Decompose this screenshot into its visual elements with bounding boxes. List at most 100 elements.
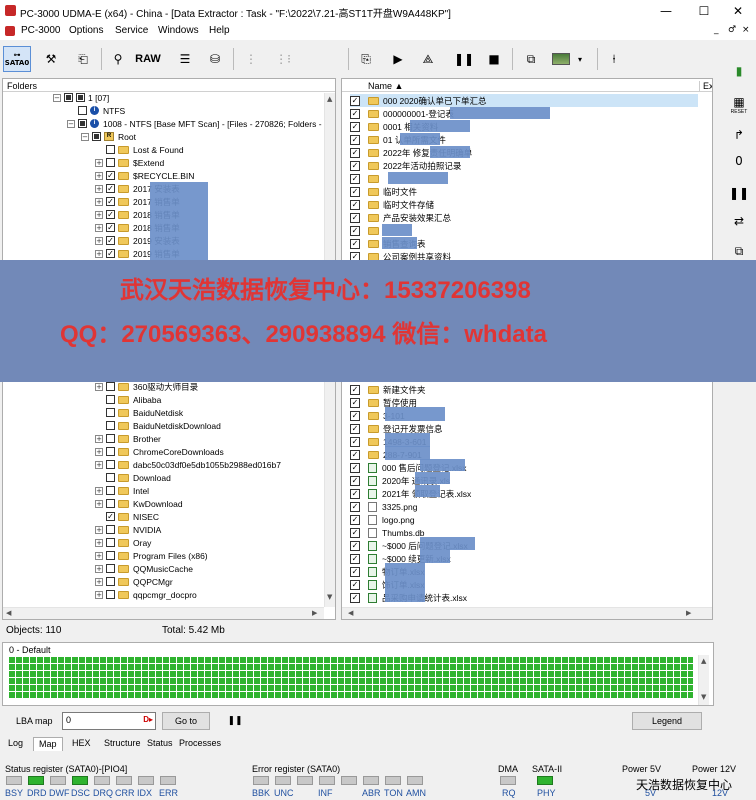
folder-tree-row[interactable]: + Intel: [95, 484, 149, 497]
folder-tree-row[interactable]: − 1 [07]: [53, 91, 109, 104]
stop-button[interactable]: ■: [484, 46, 504, 72]
file-list-row[interactable]: ✓ 临时文件存储: [350, 198, 698, 211]
expand-icon[interactable]: +: [95, 551, 103, 560]
expand-icon[interactable]: +: [95, 236, 103, 245]
folder-tree-row[interactable]: + ChromeCoreDownloads: [95, 445, 224, 458]
folders-hscrollbar[interactable]: ◀ ▶: [3, 607, 324, 619]
select-checkbox[interactable]: ✓: [350, 186, 360, 197]
collapse-icon[interactable]: −: [53, 93, 61, 102]
tab-structure[interactable]: Structure: [99, 737, 146, 751]
collapse-icon[interactable]: −: [67, 119, 75, 128]
select-checkbox[interactable]: ✓: [350, 173, 360, 184]
select-checkbox[interactable]: [106, 382, 115, 391]
select-checkbox[interactable]: ✓: [350, 449, 360, 460]
expand-icon[interactable]: +: [95, 434, 103, 443]
folder-tree-row[interactable]: BaiduNetdisk: [95, 406, 183, 419]
pause-button[interactable]: ❚❚: [454, 46, 474, 72]
scroll-right-icon[interactable]: ▶: [686, 609, 691, 617]
legend-button[interactable]: Legend: [632, 712, 702, 730]
close-button[interactable]: ✕: [720, 2, 756, 20]
scroll-down-icon[interactable]: ▼: [701, 693, 706, 701]
folder-tree-row[interactable]: + qqpcmgr_docpro: [95, 588, 197, 601]
collapse-icon[interactable]: −: [81, 132, 89, 141]
expand-icon[interactable]: +: [95, 564, 103, 573]
expand-icon[interactable]: +: [95, 577, 103, 586]
folder-tree-row[interactable]: + Program Files (x86): [95, 549, 208, 562]
select-checkbox[interactable]: ✓: [350, 121, 360, 132]
menu-service[interactable]: Service: [115, 25, 148, 36]
tab-log[interactable]: Log: [3, 737, 28, 751]
goto-button[interactable]: Go to: [162, 712, 210, 730]
tab-status[interactable]: Status: [142, 737, 178, 751]
select-checkbox[interactable]: ✓: [350, 462, 360, 473]
expand-icon[interactable]: +: [95, 171, 103, 180]
file-list-row[interactable]: ✓ 2022年 修复责任明确单: [350, 146, 698, 159]
select-checkbox[interactable]: [106, 447, 115, 456]
select-checkbox[interactable]: [106, 577, 115, 586]
stack-button[interactable]: ☰: [172, 46, 198, 72]
folder-tree-row[interactable]: + KwDownload: [95, 497, 183, 510]
folder-tree-row[interactable]: + NVIDIA: [95, 523, 161, 536]
tools-button[interactable]: ⚒: [38, 46, 64, 72]
select-checkbox[interactable]: ✓: [350, 225, 360, 236]
app-menu-icon[interactable]: [5, 26, 15, 36]
scroll-button[interactable]: ⎗: [70, 46, 96, 72]
right-pause-button[interactable]: ❚❚: [726, 182, 752, 204]
file-list-row[interactable]: ✓0001 相关资料: [350, 120, 698, 133]
select-checkbox[interactable]: ✓: [350, 95, 360, 106]
file-list-row[interactable]: ✓ 临时文件: [350, 185, 698, 198]
select-checkbox[interactable]: ✓: [350, 212, 360, 223]
file-list-row[interactable]: ✓~$000 后问题登记.xlsx: [350, 539, 698, 552]
lba-input[interactable]: 0 D▸: [62, 712, 156, 730]
lba-mode-icon[interactable]: D▸: [143, 715, 153, 724]
select-checkbox[interactable]: [106, 421, 115, 430]
select-checkbox[interactable]: [106, 158, 115, 167]
expand-icon[interactable]: +: [95, 460, 103, 469]
select-checkbox[interactable]: ✓: [350, 238, 360, 249]
windows-button[interactable]: ⧉: [518, 46, 544, 72]
select-checkbox[interactable]: [78, 119, 87, 128]
file-list-row[interactable]: ✓ Thumbs.db: [350, 526, 698, 539]
select-checkbox[interactable]: ✓: [350, 384, 360, 395]
scroll-up-icon[interactable]: ▲: [701, 657, 706, 665]
select-checkbox[interactable]: [106, 525, 115, 534]
expand-icon[interactable]: +: [95, 382, 103, 391]
select-checkbox[interactable]: [106, 145, 115, 154]
scroll-right-icon[interactable]: ▶: [312, 609, 317, 617]
scroll-up-icon[interactable]: ▲: [327, 95, 332, 103]
select-checkbox[interactable]: ✓: [106, 210, 115, 219]
select-checkbox[interactable]: [106, 434, 115, 443]
select-checkbox[interactable]: ✓: [106, 184, 115, 193]
select-checkbox[interactable]: ✓: [106, 223, 115, 232]
menu-windows[interactable]: Windows: [158, 25, 199, 36]
select-checkbox[interactable]: ✓: [106, 236, 115, 245]
expand-icon[interactable]: +: [95, 447, 103, 456]
folder-tree-row[interactable]: Alibaba: [95, 393, 161, 406]
select-checkbox[interactable]: [106, 538, 115, 547]
tree-expand-button[interactable]: ⋮⁝: [268, 46, 298, 72]
files-hscrollbar[interactable]: ◀ ▶: [342, 607, 712, 619]
select-checkbox[interactable]: ✓: [350, 579, 360, 590]
select-checkbox[interactable]: ✓: [350, 527, 360, 538]
folder-tree-row[interactable]: − i 1008 - NTFS [Base MFT Scan] - [Files -…: [67, 117, 329, 130]
exit-button[interactable]: ⍿: [603, 46, 625, 72]
select-checkbox[interactable]: [106, 408, 115, 417]
reset-button[interactable]: ▦ RESET: [726, 94, 752, 116]
copy-button[interactable]: ⧉: [726, 240, 752, 262]
expand-icon[interactable]: +: [95, 197, 103, 206]
select-checkbox[interactable]: ✓: [350, 553, 360, 564]
mdi-restore-button[interactable]: ♂: [728, 25, 736, 35]
expand-icon[interactable]: +: [95, 184, 103, 193]
lba-map-grid[interactable]: [8, 656, 693, 698]
select-checkbox[interactable]: [78, 106, 87, 115]
power-supply-button[interactable]: ▮: [726, 60, 752, 82]
folder-tree-row[interactable]: + Oray: [95, 536, 151, 549]
menu-pc3000[interactable]: PC-3000: [21, 25, 60, 36]
file-list-row[interactable]: ✓ 产品安装效果汇总: [350, 211, 698, 224]
expand-icon[interactable]: +: [95, 538, 103, 547]
folder-tree-row[interactable]: Lost & Found: [95, 143, 184, 156]
tree-button[interactable]: ⋮: [238, 46, 264, 72]
select-checkbox[interactable]: ✓: [350, 592, 360, 603]
select-checkbox[interactable]: ✓: [106, 249, 115, 258]
file-list-row[interactable]: ✓ 2021年 领取登记表.xlsx: [350, 487, 698, 500]
